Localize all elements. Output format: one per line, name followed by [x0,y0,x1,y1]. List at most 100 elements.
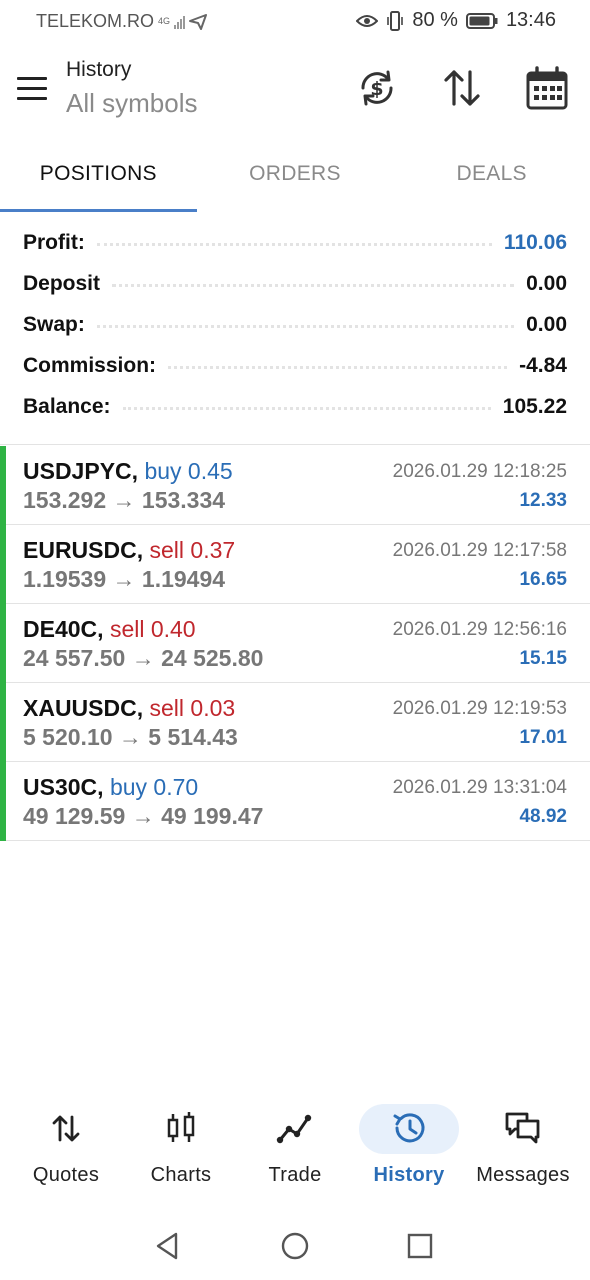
position-prices: 5 520.10 → 5 514.43 [23,724,238,750]
battery-icon [465,12,498,29]
currency-exchange-icon[interactable]: $ [355,66,399,110]
carrier-name: TELEKOM.RO [36,11,155,31]
position-prices: 24 557.50 → 24 525.80 [23,645,264,671]
summary-row-swap: Swap: 0.00 [0,304,590,345]
position-symbol-line: US30C, buy 0.70 [23,774,198,801]
summary-label: Swap: [23,312,85,336]
system-navigation-bar [0,1216,590,1280]
position-row[interactable]: DE40C, sell 0.40 24 557.50 → 24 525.80 2… [0,604,590,683]
nav-messages[interactable]: Messages [466,1098,580,1198]
summary-value: 105.22 [502,394,567,418]
nav-quotes[interactable]: Quotes [9,1098,123,1198]
dotted-leader [96,243,492,246]
summary-row-commission: Commission: -4.84 [0,345,590,386]
candlestick-icon [167,1112,195,1142]
summary-value: 110.06 [503,230,567,254]
summary-row-deposit: Deposit 0.00 [0,263,590,304]
clock: 13:46 [505,9,556,31]
summary-label: Commission: [23,353,157,377]
summary-panel: Profit: 110.06 Deposit 0.00 Swap: 0.00 C… [0,222,590,427]
position-time: 2026.01.29 12:56:16 [392,619,567,640]
nav-charts[interactable]: Charts [124,1098,238,1198]
back-icon[interactable] [152,1230,184,1262]
positions-list: USDJPYC, buy 0.45 153.292 → 153.334 2026… [0,446,590,841]
calendar-icon[interactable] [524,66,570,112]
summary-value: 0.00 [526,312,567,336]
position-row[interactable]: USDJPYC, buy 0.45 153.292 → 153.334 2026… [0,446,590,525]
status-bar: TELEKOM.RO 4G 80 % 13:46 [0,0,590,42]
sort-icon[interactable] [440,66,484,110]
divider [0,444,590,445]
position-side: buy 0.70 [109,774,199,800]
nav-label: Quotes [32,1164,100,1186]
signal-icon [174,15,186,29]
recents-icon[interactable] [404,1230,436,1262]
position-profit: 17.01 [519,727,567,748]
svg-text:$: $ [370,78,383,100]
network-type: 4G [158,16,171,26]
summary-value: -4.84 [519,353,567,377]
tab-orders[interactable]: ORDERS [197,142,394,212]
dotted-leader [168,366,508,369]
chat-bubbles-icon [505,1112,540,1144]
summary-value: 0.00 [526,271,567,295]
tab-positions[interactable]: POSITIONS [0,142,197,212]
position-profit: 15.15 [519,648,567,669]
status-right: 80 % 13:46 [356,9,556,32]
position-row[interactable]: US30C, buy 0.70 49 129.59 → 49 199.47 20… [0,762,590,841]
battery-percent: 80 % [412,9,458,31]
position-side: buy 0.45 [144,458,233,484]
nav-label: Charts [150,1164,212,1186]
position-symbol-line: EURUSDC, sell 0.37 [23,537,235,564]
position-symbol: XAUUSDC, [23,695,144,721]
position-time: 2026.01.29 12:17:58 [392,540,567,561]
bottom-navigation: Quotes Charts Trade History Messages [0,1098,590,1198]
send-icon [189,13,208,30]
page-title: History [66,58,132,81]
quotes-arrows-icon [52,1115,80,1142]
summary-row-balance: Balance: 105.22 [0,386,590,427]
dotted-leader [112,284,515,287]
position-prices: 49 129.59 → 49 199.47 [23,803,264,829]
position-time: 2026.01.29 12:18:25 [392,461,567,482]
nav-label: Trade [268,1164,322,1186]
position-profit: 16.65 [519,569,567,590]
position-row[interactable]: EURUSDC, sell 0.37 1.19539 → 1.19494 202… [0,525,590,604]
position-side: sell 0.03 [149,695,236,721]
status-left: TELEKOM.RO 4G [36,11,208,32]
position-time: 2026.01.29 13:31:04 [392,777,567,798]
position-symbol: DE40C, [23,616,104,642]
nav-history[interactable]: History [352,1098,466,1198]
position-symbol: EURUSDC, [23,537,144,563]
nav-trade[interactable]: Trade [238,1098,352,1198]
dotted-leader [96,325,515,328]
app-header: History All symbols $ [0,42,590,142]
position-prices: 1.19539 → 1.19494 [23,566,226,592]
clock-history-icon [393,1113,425,1143]
menu-icon[interactable] [17,77,47,101]
summary-label: Balance: [23,394,111,418]
position-symbol-line: XAUUSDC, sell 0.03 [23,695,235,722]
position-profit: 48.92 [519,806,567,827]
position-side: sell 0.37 [149,537,236,563]
trend-line-icon [276,1114,312,1144]
summary-label: Profit: [23,230,85,254]
position-time: 2026.01.29 12:19:53 [392,698,567,719]
position-prices: 153.292 → 153.334 [23,487,226,513]
position-symbol: US30C, [23,774,104,800]
summary-label: Deposit [23,271,101,295]
dotted-leader [122,407,491,410]
tab-deals[interactable]: DEALS [393,142,590,212]
summary-row-profit: Profit: 110.06 [0,222,590,263]
nav-label: History [373,1164,445,1186]
eye-icon [356,14,379,27]
position-symbol: USDJPYC, [23,458,139,484]
position-row[interactable]: XAUUSDC, sell 0.03 5 520.10 → 5 514.43 2… [0,683,590,762]
tab-bar: POSITIONS ORDERS DEALS [0,142,590,212]
home-icon[interactable] [279,1230,311,1262]
nav-label: Messages [476,1164,570,1186]
symbol-filter[interactable]: All symbols [66,88,197,119]
position-symbol-line: USDJPYC, buy 0.45 [23,458,233,485]
position-side: sell 0.40 [109,616,196,642]
position-symbol-line: DE40C, sell 0.40 [23,616,196,643]
